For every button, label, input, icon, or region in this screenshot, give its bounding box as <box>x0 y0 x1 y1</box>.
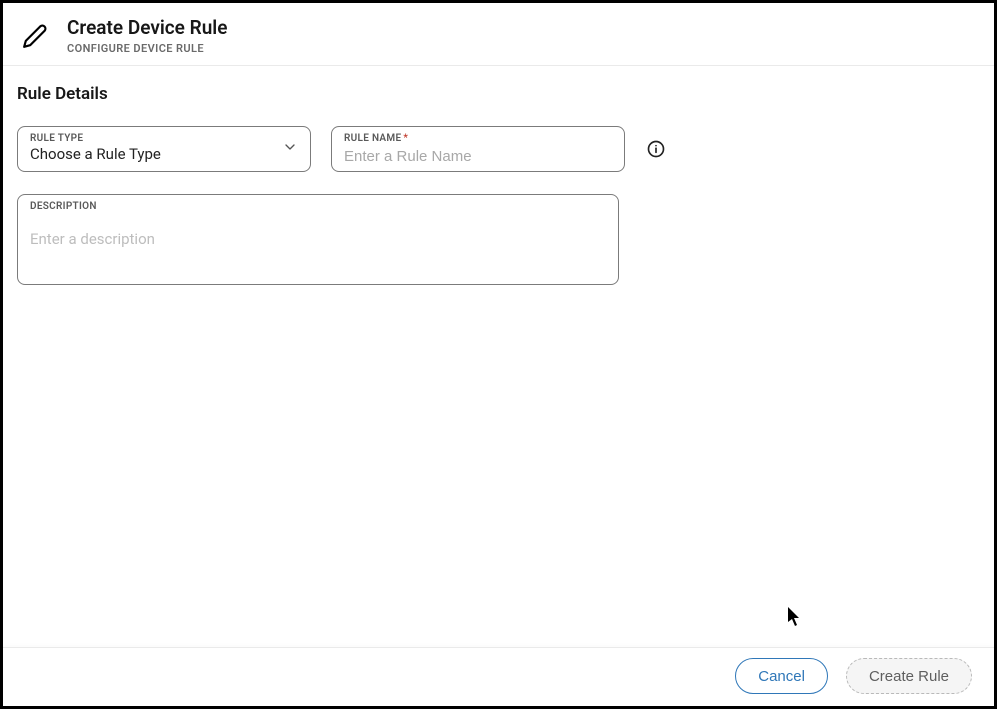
rule-name-label-text: RULE NAME <box>344 133 401 144</box>
description-field[interactable]: DESCRIPTION <box>17 194 619 285</box>
header: Create Device Rule CONFIGURE DEVICE RULE <box>3 3 994 65</box>
rule-type-select[interactable]: RULE TYPE Choose a Rule Type <box>17 126 311 172</box>
dialog-frame: Create Device Rule CONFIGURE DEVICE RULE… <box>0 0 997 709</box>
rule-name-input[interactable] <box>344 148 612 165</box>
page-subtitle: CONFIGURE DEVICE RULE <box>67 42 227 55</box>
required-asterisk: * <box>403 133 408 144</box>
cancel-button[interactable]: Cancel <box>735 658 828 694</box>
rule-type-value: Choose a Rule Type <box>30 145 161 163</box>
description-label: DESCRIPTION <box>30 201 606 212</box>
rule-name-field[interactable]: RULE NAME* <box>331 126 625 172</box>
form-body: Rule Details RULE TYPE Choose a Rule Typ… <box>3 66 994 647</box>
description-input[interactable] <box>30 230 606 270</box>
rule-name-label: RULE NAME* <box>344 133 408 144</box>
rule-type-label: RULE TYPE <box>30 133 83 144</box>
footer: Cancel Create Rule <box>3 647 994 706</box>
create-rule-button[interactable]: Create Rule <box>846 658 972 694</box>
row-1: RULE TYPE Choose a Rule Type RULE NAME* <box>17 126 980 172</box>
chevron-down-icon <box>282 139 298 159</box>
pencil-icon <box>21 22 49 50</box>
section-title: Rule Details <box>17 84 980 104</box>
info-icon[interactable] <box>645 138 667 160</box>
page-title: Create Device Rule <box>67 17 227 40</box>
